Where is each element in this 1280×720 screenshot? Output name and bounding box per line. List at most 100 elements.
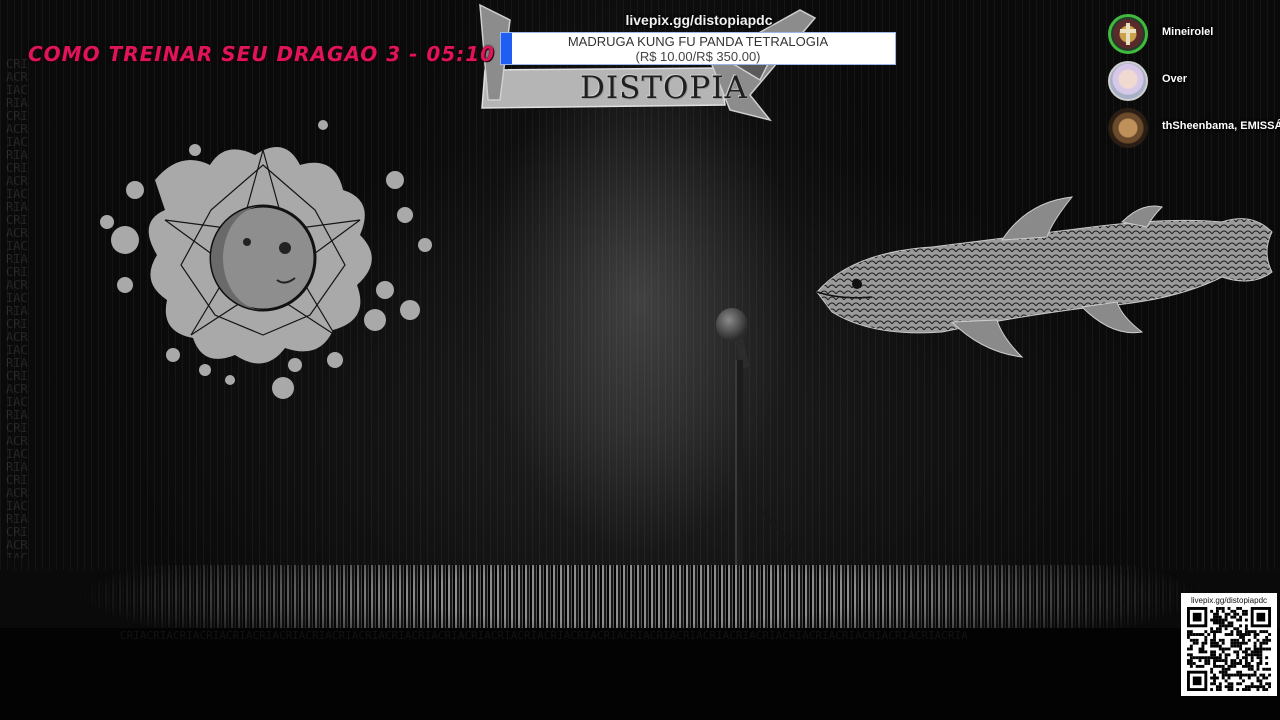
qr-module <box>1213 664 1216 668</box>
qr-module <box>1215 685 1219 689</box>
qr-module <box>1265 656 1269 660</box>
qr-module <box>1227 685 1231 689</box>
qr-module <box>1259 682 1263 686</box>
qr-module <box>1239 624 1243 628</box>
qr-module <box>1207 659 1211 663</box>
qr-module <box>1213 682 1216 686</box>
qr-module <box>1215 607 1219 610</box>
qr-module <box>1253 685 1257 689</box>
qr-finder-pattern <box>1192 676 1202 686</box>
qr-module <box>1210 627 1214 631</box>
qr-module <box>1236 673 1240 677</box>
qr-module <box>1265 630 1269 634</box>
qr-module <box>1239 647 1243 651</box>
qr-module <box>1218 688 1222 691</box>
qr-module <box>1242 635 1245 639</box>
qr-module <box>1230 638 1234 642</box>
qr-module <box>1215 644 1219 648</box>
qr-code-card: livepix.gg/distopiapdc <box>1181 593 1277 696</box>
qr-module <box>1247 633 1251 636</box>
qr-module <box>1262 676 1266 680</box>
qr-module <box>1218 653 1222 657</box>
qr-module <box>1250 630 1254 634</box>
qr-module <box>1253 653 1257 657</box>
qr-module <box>1262 685 1266 689</box>
qr-module <box>1215 659 1219 663</box>
qr-module <box>1224 647 1228 651</box>
cross-emblem-icon <box>1120 23 1136 45</box>
qr-module <box>1215 656 1219 660</box>
qr-module <box>1221 609 1225 613</box>
qr-module <box>1236 682 1240 686</box>
qr-code <box>1187 607 1271 691</box>
qr-module <box>1201 633 1205 636</box>
qr-module <box>1215 609 1219 613</box>
sun-moon-art <box>100 120 432 399</box>
qr-module <box>1198 650 1202 654</box>
qr-module <box>1230 673 1234 677</box>
qr-module <box>1259 641 1263 645</box>
qr-module <box>1210 609 1214 613</box>
qr-module <box>1262 638 1266 642</box>
qr-module <box>1215 627 1219 631</box>
qr-module <box>1259 630 1263 634</box>
qr-module <box>1239 635 1243 639</box>
qr-module <box>1230 621 1234 625</box>
qr-module <box>1262 673 1266 677</box>
qr-module <box>1256 650 1260 654</box>
qr-module <box>1242 638 1245 642</box>
qr-module <box>1227 607 1231 610</box>
qr-module <box>1239 618 1243 622</box>
qr-module <box>1221 667 1225 671</box>
qr-module <box>1253 641 1257 645</box>
qr-module <box>1210 641 1214 645</box>
qr-module <box>1242 656 1245 660</box>
qr-module <box>1256 688 1260 691</box>
qr-module <box>1210 676 1214 680</box>
qr-module <box>1221 650 1225 654</box>
qr-module <box>1242 633 1245 636</box>
qr-module <box>1265 667 1269 671</box>
qr-module <box>1213 644 1216 648</box>
qr-module <box>1218 615 1222 619</box>
qr-module <box>1256 662 1260 665</box>
qr-module <box>1195 633 1199 636</box>
qr-module <box>1218 607 1222 610</box>
donation-goal-bar: MADRUGA KUNG FU PANDA TETRALOGIA (R$ 10.… <box>500 32 896 65</box>
qr-module <box>1242 673 1245 677</box>
qr-module <box>1204 638 1208 642</box>
qr-module <box>1201 650 1205 654</box>
qr-module <box>1230 630 1234 634</box>
qr-module <box>1268 685 1271 689</box>
qr-module <box>1244 647 1248 651</box>
qr-module <box>1213 638 1216 642</box>
qr-module <box>1244 673 1248 677</box>
qr-module <box>1236 670 1240 674</box>
avatar <box>1108 61 1148 101</box>
qr-module <box>1224 656 1228 660</box>
qr-module <box>1239 641 1243 645</box>
participant-name: Mineirolel <box>1162 26 1214 38</box>
qr-module <box>1236 650 1240 654</box>
qr-module <box>1224 618 1228 622</box>
qr-module <box>1224 685 1228 689</box>
qr-module <box>1259 656 1263 660</box>
qr-module <box>1236 618 1240 622</box>
qr-module <box>1227 653 1231 657</box>
qr-module <box>1227 647 1231 651</box>
qr-module <box>1218 647 1222 651</box>
qr-module <box>1268 633 1271 636</box>
qr-module <box>1230 624 1234 628</box>
qr-module <box>1230 688 1234 691</box>
qr-module <box>1195 638 1199 642</box>
qr-module <box>1210 667 1214 671</box>
qr-module <box>1227 676 1231 680</box>
qr-module <box>1244 641 1248 645</box>
qr-module <box>1230 644 1234 648</box>
qr-module <box>1244 685 1248 689</box>
qr-module <box>1236 630 1240 634</box>
qr-module <box>1227 624 1231 628</box>
qr-module <box>1189 630 1193 634</box>
qr-module <box>1247 676 1251 680</box>
qr-module <box>1215 676 1219 680</box>
